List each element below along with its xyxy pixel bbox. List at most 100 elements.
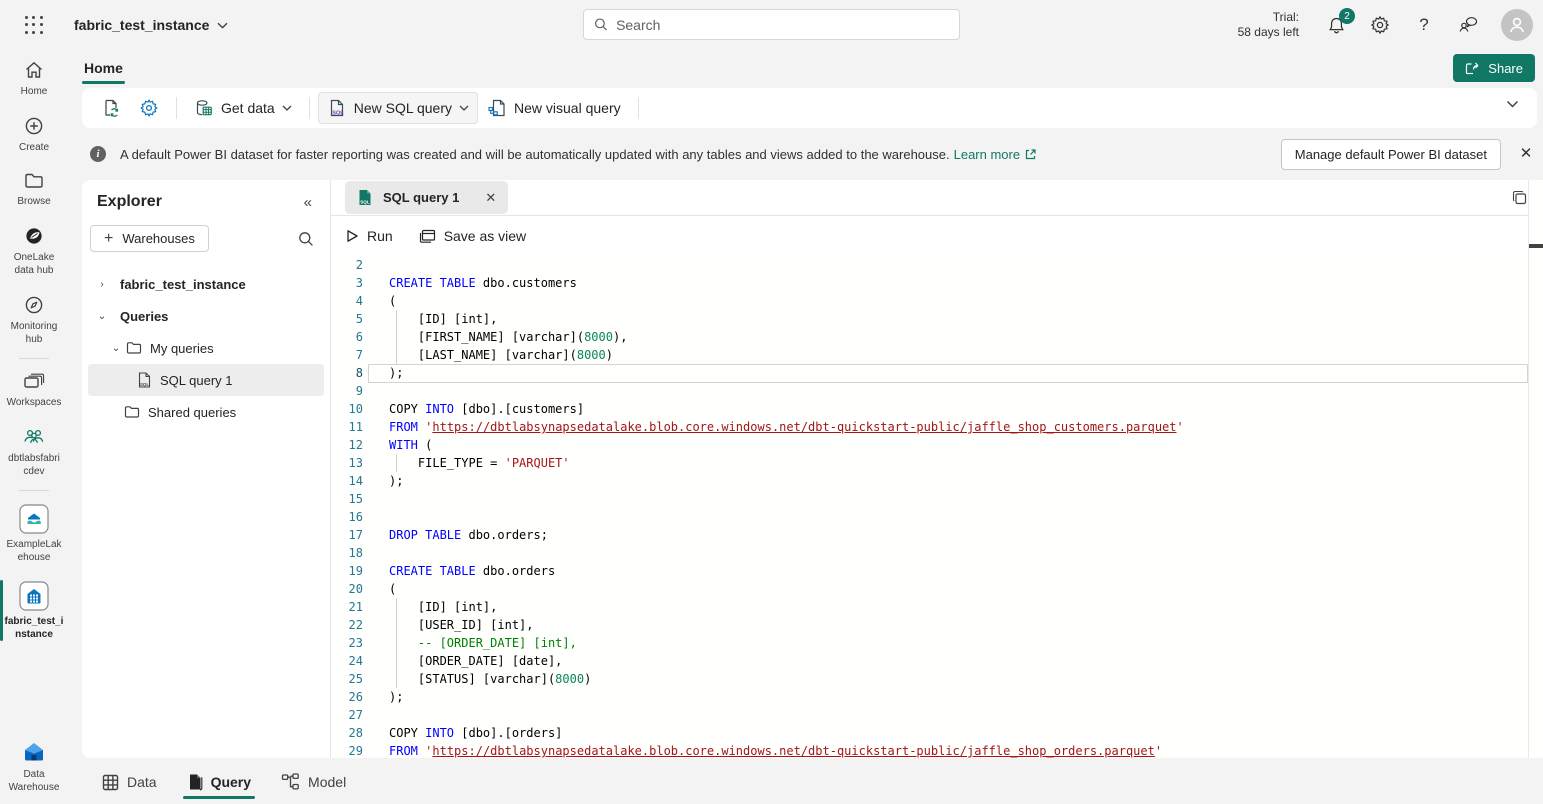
workspace-name: fabric_test_instance xyxy=(74,17,209,33)
code-line-28[interactable]: 28COPY INTO [dbo].[orders] xyxy=(331,724,1543,742)
new-sql-query-button[interactable]: SQL New SQL query xyxy=(318,92,478,124)
refresh-button[interactable] xyxy=(92,92,130,124)
chevron-right-icon[interactable]: › xyxy=(96,279,108,290)
share-button[interactable]: Share xyxy=(1453,54,1535,82)
notifications-button[interactable]: 2 xyxy=(1325,14,1347,36)
manage-default-dataset-button[interactable]: Manage default Power BI dataset xyxy=(1281,139,1501,170)
plus-circle-icon xyxy=(23,115,45,137)
copy-icon[interactable] xyxy=(1511,189,1529,207)
code-line-3[interactable]: 3CREATE TABLE dbo.customers xyxy=(331,274,1543,292)
code-line-22[interactable]: 22 [USER_ID] [int], xyxy=(331,616,1543,634)
code-line-27[interactable]: 27 xyxy=(331,706,1543,724)
global-search[interactable] xyxy=(583,9,960,40)
code-line-13[interactable]: 13 FILE_TYPE = 'PARQUET' xyxy=(331,454,1543,472)
rail-item-onelake-data-hub[interactable]: OneLakedata hub xyxy=(0,216,68,285)
code-line-19[interactable]: 19CREATE TABLE dbo.orders xyxy=(331,562,1543,580)
code-line-18[interactable]: 18 xyxy=(331,544,1543,562)
view-tab-data[interactable]: Data xyxy=(98,768,161,797)
tab-sql-query-1[interactable]: SQL SQL query 1 ✕ xyxy=(345,181,508,214)
code-line-26[interactable]: 26); xyxy=(331,688,1543,706)
rail-item-create[interactable]: Create xyxy=(0,106,68,162)
question-icon: ? xyxy=(1419,15,1428,35)
rail-item-examplelakehouse[interactable]: ExampleLakehouse xyxy=(0,495,68,572)
line-number: 21 xyxy=(331,598,363,616)
indent-guide xyxy=(396,616,397,634)
code-line-16[interactable]: 16 xyxy=(331,508,1543,526)
code-line-15[interactable]: 15 xyxy=(331,490,1543,508)
line-number: 2 xyxy=(331,256,363,274)
code-line-11[interactable]: 11FROM 'https://dbtlabsynapsedatalake.bl… xyxy=(331,418,1543,436)
account-avatar[interactable] xyxy=(1501,9,1533,41)
table-icon xyxy=(102,774,119,791)
code-line-2[interactable]: 2 xyxy=(331,256,1543,274)
tree-item-warehouse[interactable]: › fabric_test_instance xyxy=(88,268,324,300)
code-line-21[interactable]: 21 [ID] [int], xyxy=(331,598,1543,616)
code-line-4[interactable]: 4( xyxy=(331,292,1543,310)
code-line-5[interactable]: 5 [ID] [int], xyxy=(331,310,1543,328)
toolbar-expand-chevron-icon[interactable] xyxy=(1506,100,1519,108)
view-tab-query[interactable]: Query xyxy=(183,767,255,797)
rail-item-monitoring-hub[interactable]: Monitoringhub xyxy=(0,285,68,354)
indent-guide xyxy=(396,328,397,346)
save-as-view-button[interactable]: Save as view xyxy=(419,228,526,244)
code-line-9[interactable]: 9 xyxy=(331,382,1543,400)
get-data-button[interactable]: Get data xyxy=(185,92,301,124)
rail-item-workspaces[interactable]: Workspaces xyxy=(0,363,68,417)
tree-item-shared-queries[interactable]: Shared queries xyxy=(88,396,324,428)
code-line-12[interactable]: 12WITH ( xyxy=(331,436,1543,454)
view-tab-model[interactable]: Model xyxy=(277,767,350,797)
top-bar: fabric_test_instance Trial: 58 days left… xyxy=(0,0,1543,50)
query-settings-button[interactable] xyxy=(130,92,168,124)
code-line-14[interactable]: 14); xyxy=(331,472,1543,490)
code-line-10[interactable]: 10COPY INTO [dbo].[customers] xyxy=(331,400,1543,418)
new-visual-query-button[interactable]: New visual query xyxy=(478,92,630,124)
add-warehouses-button[interactable]: + Warehouses xyxy=(90,225,209,252)
rail-item-dbtlabsfabricdev[interactable]: dbtlabsfabricdev xyxy=(0,417,68,486)
plus-icon: + xyxy=(104,231,113,247)
help-button[interactable]: ? xyxy=(1413,14,1435,36)
rail-item-home[interactable]: Home xyxy=(0,50,68,106)
banner-close-icon[interactable]: ✕ xyxy=(1517,145,1535,163)
code-line-24[interactable]: 24 [ORDER_DATE] [date], xyxy=(331,652,1543,670)
code-line-25[interactable]: 25 [STATUS] [varchar](8000) xyxy=(331,670,1543,688)
line-number: 24 xyxy=(331,652,363,670)
code-line-17[interactable]: 17DROP TABLE dbo.orders; xyxy=(331,526,1543,544)
tree-item-queries[interactable]: ⌄ Queries xyxy=(88,300,324,332)
rail-item-label: Monitoringhub xyxy=(11,320,58,346)
code-line-29[interactable]: 29FROM 'https://dbtlabsynapsedatalake.bl… xyxy=(331,742,1543,758)
rail-item-fabric-test-instance[interactable]: fabric_test_instance xyxy=(0,572,68,649)
chevron-down-icon[interactable]: ⌄ xyxy=(96,311,108,322)
rail-item-label: Create xyxy=(19,141,49,154)
home-icon xyxy=(23,59,45,81)
workspace-switcher[interactable]: fabric_test_instance xyxy=(74,17,228,33)
svg-text:SQL: SQL xyxy=(140,382,149,387)
sql-code-area[interactable]: 23CREATE TABLE dbo.customers4(5 [ID] [in… xyxy=(331,256,1543,758)
line-number: 9 xyxy=(331,382,363,400)
editor-overview-ruler[interactable] xyxy=(1528,180,1543,758)
code-line-20[interactable]: 20( xyxy=(331,580,1543,598)
settings-button[interactable] xyxy=(1369,14,1391,36)
tab-home[interactable]: Home xyxy=(82,56,125,80)
code-line-23[interactable]: 23 -- [ORDER_DATE] [int], xyxy=(331,634,1543,652)
feedback-button[interactable] xyxy=(1457,14,1479,36)
view-tab-label: Data xyxy=(127,774,157,790)
learn-more-link[interactable]: Learn more xyxy=(954,147,1020,162)
code-line-7[interactable]: 7 [LAST_NAME] [varchar](8000) xyxy=(331,346,1543,364)
tree-item-sql-query-1[interactable]: SQL SQL query 1 xyxy=(88,364,324,396)
chevron-down-icon[interactable]: ⌄ xyxy=(110,343,122,354)
app-launcher-icon[interactable] xyxy=(22,13,46,37)
close-tab-icon[interactable]: ✕ xyxy=(485,190,496,206)
rail-item-browse[interactable]: Browse xyxy=(0,162,68,216)
collapse-panel-icon[interactable]: « xyxy=(304,194,312,211)
rail-divider xyxy=(19,358,49,359)
search-input[interactable] xyxy=(616,17,949,33)
external-link-icon xyxy=(1024,148,1037,161)
code-text: COPY INTO [dbo].[orders] xyxy=(389,724,562,742)
code-line-8[interactable]: 8); xyxy=(331,364,1543,382)
code-line-6[interactable]: 6 [FIRST_NAME] [varchar](8000), xyxy=(331,328,1543,346)
run-button[interactable]: Run xyxy=(346,228,393,244)
rail-item-label: DataWarehouse xyxy=(9,768,60,794)
rail-item-data-warehouse[interactable]: DataWarehouse xyxy=(0,731,68,802)
tree-item-my-queries[interactable]: ⌄ My queries xyxy=(88,332,324,364)
explorer-search-icon[interactable] xyxy=(298,231,314,247)
